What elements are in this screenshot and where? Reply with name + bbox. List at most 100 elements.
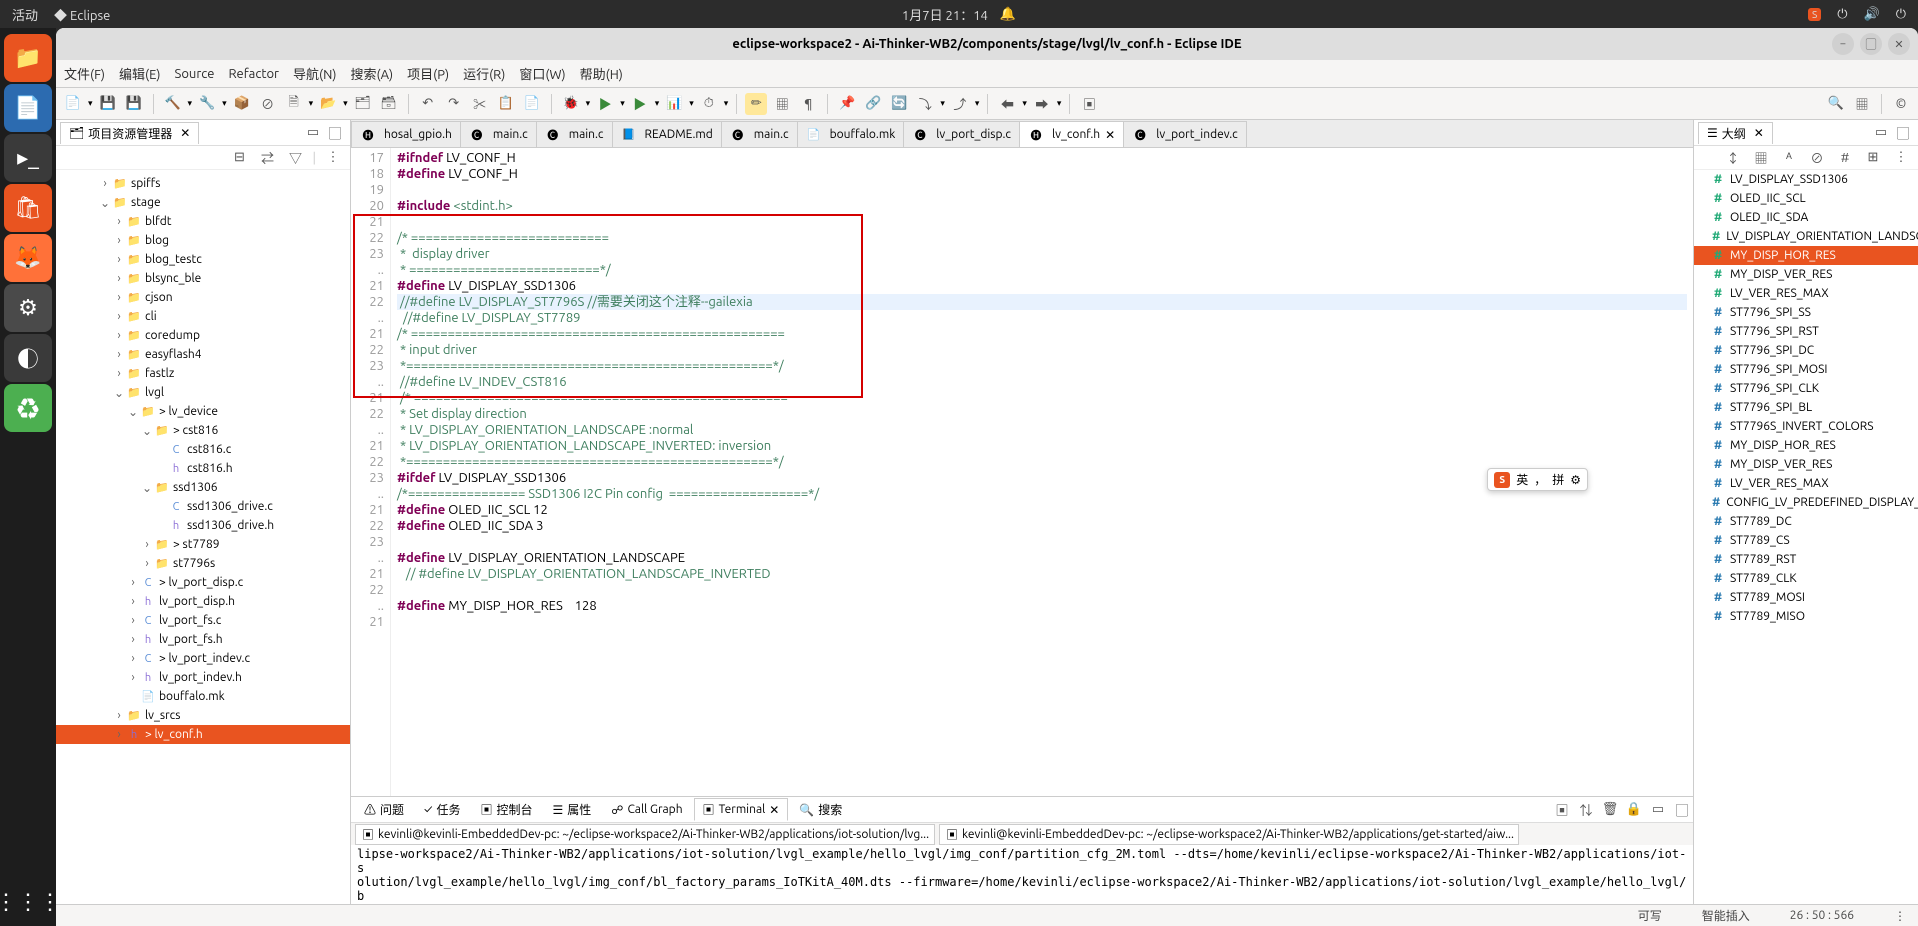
link-button[interactable]: 🔗 <box>862 93 884 115</box>
editor-tab[interactable]: 🅒main.c <box>460 121 537 147</box>
outline-item[interactable]: #MY_DISP_HOR_RES <box>1694 436 1918 455</box>
new-button[interactable]: 📄 <box>62 93 84 115</box>
tree-item[interactable]: ⌄📁stage <box>56 193 350 212</box>
tree-item[interactable]: ›📁blog <box>56 231 350 250</box>
terminal-button[interactable]: ▣ <box>1078 93 1100 115</box>
run-last-button[interactable]: ▶ <box>629 93 651 115</box>
editor-tab[interactable]: 🅒main.c <box>721 121 798 147</box>
launcher-files[interactable]: 📁 <box>4 34 52 82</box>
hide-nonpublic-button[interactable]: ⊘ <box>1806 147 1828 169</box>
perspective-c-button[interactable]: © <box>1890 93 1912 115</box>
tree-item[interactable]: 📄bouffalo.mk <box>56 687 350 706</box>
search-button[interactable]: 🔍 <box>1825 93 1847 115</box>
outline-item[interactable]: #ST7789_CLK <box>1694 569 1918 588</box>
outline-item[interactable]: #LV_VER_RES_MAX <box>1694 474 1918 493</box>
menu-edit[interactable]: 编辑(E) <box>119 64 160 83</box>
ime-lang[interactable]: 英 <box>1516 471 1528 488</box>
toggle-terminal-button[interactable]: ⇅ <box>1575 799 1597 821</box>
open-element-button[interactable]: 🗃 <box>378 93 400 115</box>
open-type-button[interactable]: 🗂 <box>352 93 374 115</box>
outline-item[interactable]: #ST7796S_INVERT_COLORS <box>1694 417 1918 436</box>
menu-navigate[interactable]: 导航(N) <box>293 64 336 83</box>
minimize-outline-button[interactable]: ▭ <box>1870 122 1892 144</box>
tree-item[interactable]: ›📁coredump <box>56 326 350 345</box>
input-method-icon[interactable]: S <box>1808 8 1821 21</box>
undo-button[interactable]: ↶ <box>417 93 439 115</box>
tasks-tab[interactable]: ✓ 任务 <box>415 798 469 821</box>
debug-button[interactable]: 🐞 <box>560 93 582 115</box>
outline-item[interactable]: #ST7789_RST <box>1694 550 1918 569</box>
outline-item[interactable]: #ST7789_MOSI <box>1694 588 1918 607</box>
clock[interactable]: 1月7日 21：14 <box>902 5 988 24</box>
editor-tab[interactable]: 🅗hosal_gpio.h <box>351 121 461 147</box>
outline-item[interactable]: #ST7796_SPI_DC <box>1694 341 1918 360</box>
menu-help[interactable]: 帮助(H) <box>580 64 623 83</box>
editor-tab[interactable]: 📘README.md <box>612 121 722 147</box>
outline-item[interactable]: #ST7789_DC <box>1694 512 1918 531</box>
launcher-trash[interactable]: ♻ <box>4 384 52 432</box>
project-tree[interactable]: ›📁spiffs⌄📁stage›📁blfdt›📁blog›📁blog_testc… <box>56 170 350 904</box>
outline-menu-button[interactable]: ⋮ <box>1890 147 1912 169</box>
tree-item[interactable]: ›📁> st7789 <box>56 535 350 554</box>
activities-button[interactable]: 活动 <box>12 5 38 24</box>
terminal-tab[interactable]: ▣ Terminal ✕ <box>694 798 789 821</box>
search-tab[interactable]: 🔍 搜索 <box>790 798 851 821</box>
terminal-session-1[interactable]: ▣ kevinli@kevinli-EmbeddedDev-pc: ~/ecli… <box>355 824 935 845</box>
ime-punct-icon[interactable]: ， <box>1534 471 1546 488</box>
tree-item[interactable]: ›C> lv_port_disp.c <box>56 573 350 592</box>
editor-tab[interactable]: 🅒lv_port_disp.c <box>903 121 1020 147</box>
tree-item[interactable]: hcst816.h <box>56 459 350 478</box>
tree-item[interactable]: ›hlv_port_disp.h <box>56 592 350 611</box>
outline-item[interactable]: #ST7796_SPI_SS <box>1694 303 1918 322</box>
tree-item[interactable]: ›h> lv_conf.h <box>56 725 350 744</box>
hide-macros-button[interactable]: # <box>1834 147 1856 169</box>
filter-button[interactable]: ▽ <box>285 147 307 169</box>
editor-tabstrip[interactable]: 🅗hosal_gpio.h🅒main.c🅒main.c📘README.md🅒ma… <box>351 120 1693 148</box>
open-perspective-button[interactable]: ▦ <box>1851 93 1873 115</box>
tree-item[interactable]: ›📁cli <box>56 307 350 326</box>
properties-tab[interactable]: ☰ 属性 <box>544 798 601 821</box>
tree-item[interactable]: ›hlv_port_indev.h <box>56 668 350 687</box>
outline-list[interactable]: #LV_DISPLAY_SSD1306#OLED_IIC_SCL#OLED_II… <box>1694 170 1918 904</box>
ime-toolbar[interactable]: S 英 ， 拼 ⚙ <box>1487 468 1588 491</box>
menu-run[interactable]: 运行(R) <box>463 64 505 83</box>
notification-icon[interactable]: 🔔 <box>1000 7 1016 22</box>
callgraph-tab[interactable]: ☍ Call Graph <box>602 800 691 820</box>
editor-tab[interactable]: 🅒lv_port_indev.c <box>1123 121 1247 147</box>
outline-item[interactable]: #OLED_IIC_SCL <box>1694 189 1918 208</box>
maximize-button[interactable]: ▢ <box>1860 33 1882 55</box>
tree-item[interactable]: ›📁blog_testc <box>56 250 350 269</box>
outline-item[interactable]: #MY_DISP_VER_RES <box>1694 265 1918 284</box>
toggle-mark-button[interactable]: ✏ <box>745 93 767 115</box>
menu-window[interactable]: 窗口(W) <box>519 64 565 83</box>
volume-icon[interactable]: 🔊 <box>1864 7 1880 22</box>
menu-search[interactable]: 搜索(A) <box>350 64 393 83</box>
close-tab-icon[interactable]: ✕ <box>180 126 190 140</box>
save-all-button[interactable]: 💾 <box>123 93 145 115</box>
redo-button[interactable]: ↷ <box>443 93 465 115</box>
outline-item[interactable]: #ST7796_SPI_CLK <box>1694 379 1918 398</box>
maximize-outline-button[interactable]: ▢ <box>1892 122 1914 144</box>
launcher-eclipse[interactable]: ◐ <box>4 334 52 382</box>
tree-item[interactable]: ›📁lv_srcs <box>56 706 350 725</box>
launcher-apps[interactable]: ⋮⋮⋮ <box>4 878 52 926</box>
terminal-session-2[interactable]: ▣ kevinli@kevinli-EmbeddedDev-pc: ~/ecli… <box>939 824 1519 845</box>
close-button[interactable]: ✕ <box>1888 33 1910 55</box>
outline-item[interactable]: #CONFIG_LV_PREDEFINED_DISPLAY_N <box>1694 493 1918 512</box>
outline-item[interactable]: #LV_VER_RES_MAX <box>1694 284 1918 303</box>
run-button[interactable]: ▶ <box>594 93 616 115</box>
new-class-button[interactable]: 🗎 <box>283 93 305 115</box>
close-tab-icon[interactable]: ✕ <box>769 803 779 817</box>
outline-item[interactable]: #MY_DISP_VER_RES <box>1694 455 1918 474</box>
coverage-button[interactable]: 📊 <box>663 93 685 115</box>
menu-source[interactable]: Source <box>175 67 215 81</box>
tree-item[interactable]: ⌄📁ssd1306 <box>56 478 350 497</box>
sort-button[interactable]: ↕ <box>1722 147 1744 169</box>
status-menu[interactable]: ⋮ <box>1894 909 1906 923</box>
ime-mode[interactable]: 拼 <box>1552 471 1564 488</box>
terminal-output[interactable]: lipse-workspace2/Ai-Thinker-WB2/applicat… <box>351 845 1693 904</box>
back-button[interactable]: ⬅ <box>996 93 1018 115</box>
outline-item[interactable]: #LV_DISPLAY_SSD1306 <box>1694 170 1918 189</box>
tree-item[interactable]: ›hlv_port_fs.h <box>56 630 350 649</box>
maximize-bottom-button[interactable]: ▢ <box>1671 799 1693 821</box>
